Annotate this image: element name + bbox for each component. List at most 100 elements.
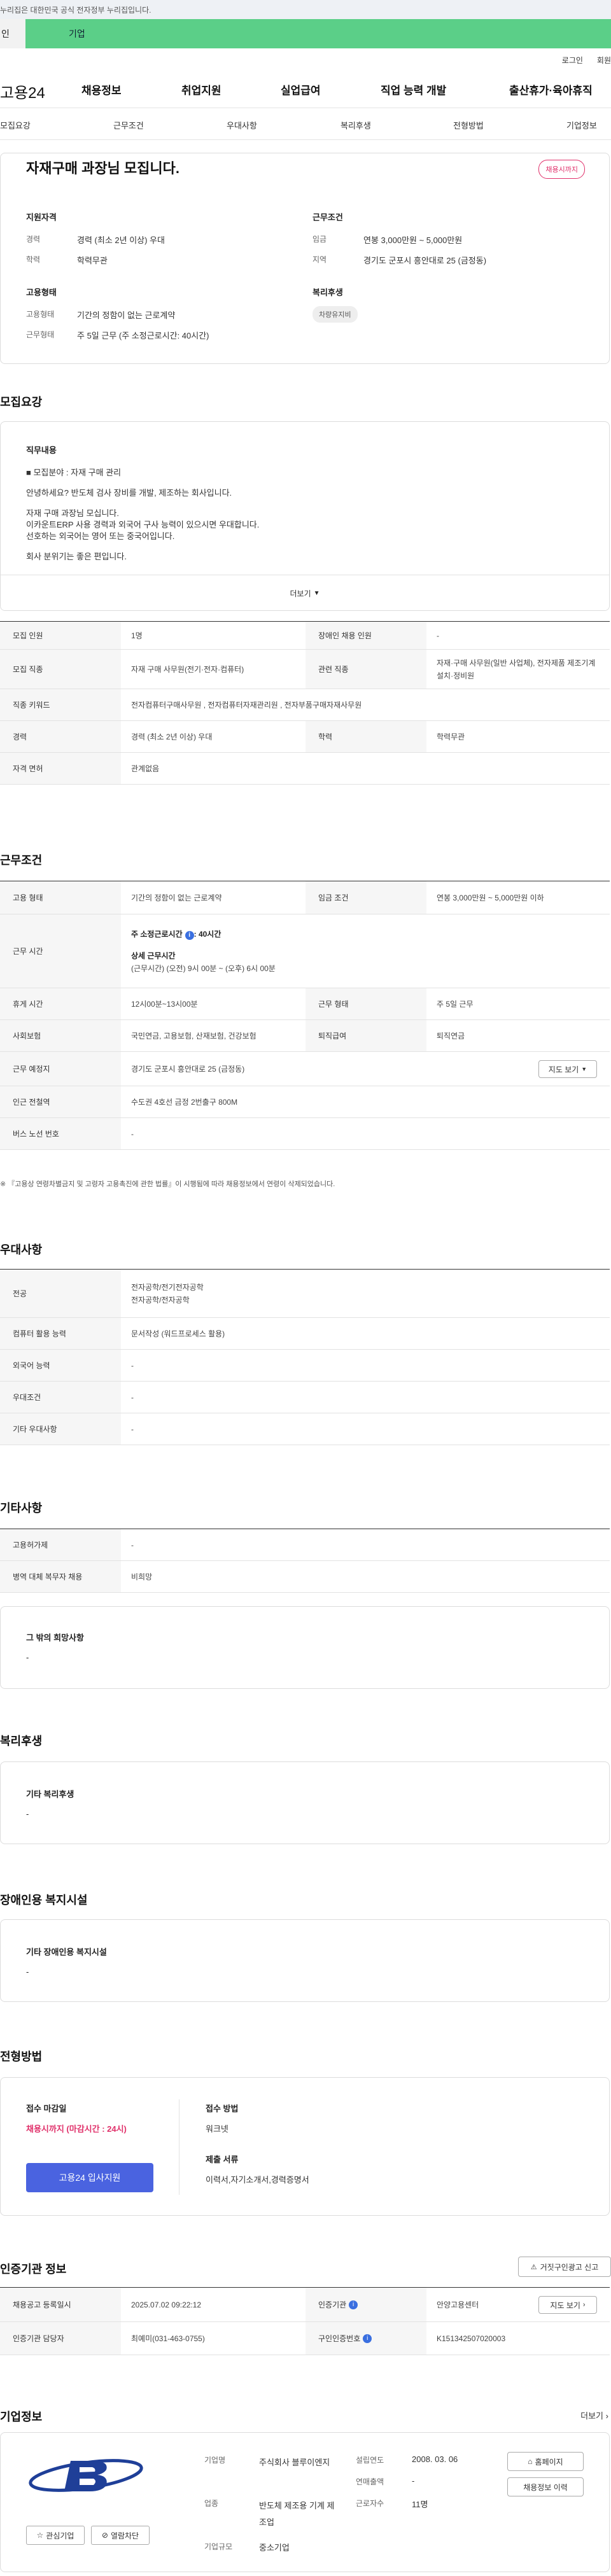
welfare-card-value: - [26,1809,29,1819]
company-card: ☆ 관심기업 ⊘ 열람차단 기업명 주식회사 블루이엔지 업종 반도체 제조용 기계… [0,2432,610,2572]
table-row: 전공 전자공학/전기전자공학 전자공학/전자공학 [0,1270,610,1318]
td: 국민연금, 고용보험, 산재보험, 건강보험 [131,1031,256,1040]
td: 자재·구매 사무원(일반 사업체), 전자제품 제조기계 설치·정비원 [437,658,596,680]
apply-button[interactable]: 고용24 입사지원 [26,2163,153,2192]
th: 관련 직종 [306,650,426,689]
info-icon[interactable]: i [185,930,194,940]
th: 구인인증번호 i [306,2322,426,2355]
td: 경력 (최소 2년 이상) 우대 [131,732,213,741]
th: 기타 우대사항 [0,1413,121,1445]
cert-map-button[interactable]: 지도 보기 › [538,2296,597,2314]
chevron-right-icon: › [582,2301,586,2309]
lnb-pref[interactable]: 우대사항 [227,119,257,131]
lnb-process[interactable]: 전형방법 [453,119,484,131]
fav-company-button[interactable]: ☆ 관심기업 [26,2526,85,2545]
map-button[interactable]: 지도 보기 ▼ [538,1060,597,1078]
welfare-heading: 복리후생 [0,1735,43,1747]
process-card: 접수 마감일 채용시까지 (마감시간 : 24시) 고용24 입사지원 접수 방… [0,2077,610,2216]
more-button[interactable]: 더보기 ▼ [1,575,609,610]
td: 전자컴퓨터구매사무원 , 전자컴퓨터자재관리원 , 전자부품구매자재사무원 [131,700,362,710]
emp-title: 고용형태 [26,288,57,297]
td: 12시00분~13시00분 [131,999,198,1009]
home-icon: ⌂ [528,2457,533,2466]
gnb-item-employment[interactable]: 취업지원 [181,81,221,97]
report-button[interactable]: ⚠ 거짓구인광고 신고 [518,2257,611,2277]
join-link[interactable]: 회원 [597,55,611,66]
th: 학력 [306,721,426,752]
th: 직종 키워드 [0,689,121,720]
tab-company[interactable]: 기업 [25,19,611,48]
info-icon[interactable]: i [363,2334,372,2343]
info-icon[interactable]: i [349,2300,358,2309]
more-label: 더보기 [290,589,311,598]
th: 우대조건 [0,1382,121,1413]
summary-card: 자재구매 과장님 모집니다. 채용시까지 지원자격 경력 경력 (최소 2년 이… [0,153,610,364]
table-row: 고용허가제 - [0,1529,610,1561]
td: - [437,631,439,640]
disab-card-title: 기타 장애인용 복지시설 [26,1947,107,1957]
td: 최예미(031-463-0755) [131,2334,205,2343]
lnb-work[interactable]: 근무조건 [113,119,144,131]
map-button-label: 지도 보기 [550,2300,580,2310]
work-table: 고용 형태 기간의 정함이 없는 근로계약 임금 조건 연봉 3,000만원 ~… [0,881,610,1150]
other-wish-title: 그 밖의 희망사항 [26,1633,84,1642]
work-heading: 근무조건 [0,854,43,867]
lnb-company[interactable]: 기업정보 [566,119,597,131]
company-heading: 기업정보 [0,2411,43,2423]
homepage-button[interactable]: ⌂ 홈페이지 [507,2452,584,2471]
cert-heading: 인증기관 정보 [0,2263,67,2276]
founded-value: 2008. 03. 06 [412,2454,458,2464]
detail-hours-label: 상세 근무시간 [131,951,176,960]
edu-value: 학력무관 [77,256,108,265]
worktype-value: 주 5일 근무 (주 소정근로시간: 40시간) [77,331,209,340]
th: 외국어 능력 [0,1350,121,1381]
wage-value: 연봉 3,000만원 ~ 5,000만원 [363,235,463,245]
table-row: 버스 노선 번호 - [0,1118,610,1150]
table-row: 경력 경력 (최소 2년 이상) 우대 학력 학력무관 [0,721,610,753]
company-logo-image [29,2459,143,2492]
chevron-right-icon: › [605,2411,608,2421]
gnb-item-leave[interactable]: 출산휴가·육아휴직 [509,81,593,97]
founded-label: 설립연도 [356,2456,384,2465]
detail-hours-value: (근무시간) (오전) 9시 00분 ~ (오후) 6시 00분 [131,963,276,973]
docs-value: 이력서,자기소개서,경력증명서 [206,2175,309,2185]
td: 2025.07.02 09:22:12 [131,2300,202,2309]
lnb-welfare[interactable]: 복리후생 [341,119,371,131]
block-view-button[interactable]: ⊘ 열람차단 [91,2526,150,2545]
recruit-heading: 모집요강 [0,396,43,409]
lnb-recruit[interactable]: 모집요강 [0,119,31,131]
block-label: 열람차단 [110,2531,139,2540]
td: 수도권 4호선 금정 2번출구 800M [131,1097,238,1107]
job-history-button[interactable]: 채용정보 이력 [507,2477,584,2496]
login-link[interactable]: 로그인 [562,55,583,66]
industry-label: 업종 [204,2499,219,2508]
util-nav: 로그인 회원 [0,48,611,71]
gnb-item-jobs[interactable]: 채용정보 [81,81,122,97]
recruit-table: 모집 인원 1명 장애인 채용 인원 - 모집 직종 자재 구매 사무원(전기·… [0,621,610,785]
td: 퇴직연금 [437,1031,465,1040]
welfare-title: 복리후생 [313,288,343,297]
job-desc-card: 직무내용 ■ 모집분야 : 자재 구매 관리 안녕하세요? 반도체 검사 장비를… [0,421,610,611]
homepage-label: 홈페이지 [535,2457,563,2467]
th: 컴퓨터 활용 능력 [0,1318,121,1349]
tab-personal[interactable]: 인 [0,19,25,48]
gnb-item-benefit[interactable]: 실업급여 [281,81,321,97]
logo[interactable]: 고용24 [0,80,45,102]
weekly-hours-label: 주 소정근로시간 [131,929,183,939]
age-notice: ※ 『고용상 연령차별금지 및 고령자 고용촉진에 관한 법률』이 시행됨에 따… [0,1180,335,1188]
td: 경기도 군포시 흥안대로 25 (금정동) [131,1064,245,1074]
gnb-item-training[interactable]: 직업 능력 개발 [381,81,446,97]
th: 인증기관 담당자 [0,2322,121,2355]
gov-banner-text: 누리집은 대한민국 공식 전자정부 누리집입니다. [0,5,151,15]
cert-table: 채용공고 등록일시 2025.07.02 09:22:12 인증기관 i 안양고용… [0,2287,610,2355]
table-row: 인근 전철역 수도권 4호선 금정 2번출구 800M [0,1086,610,1118]
report-icon: ⚠ [530,2263,537,2271]
area-label: 지역 [313,255,327,264]
career-value: 경력 (최소 2년 이상) 우대 [77,235,165,245]
emptype-value: 기간의 정함이 없는 근로계약 [77,311,176,320]
chevron-down-icon: ▼ [313,590,320,597]
company-more-link[interactable]: 더보기 › [580,2409,608,2421]
job-title: 자재구매 과장님 모집니다. [26,160,179,176]
company-name-label: 기업명 [204,2456,226,2465]
table-row: 휴게 시간 12시00분~13시00분 근무 형태 주 5일 근무 [0,988,610,1020]
